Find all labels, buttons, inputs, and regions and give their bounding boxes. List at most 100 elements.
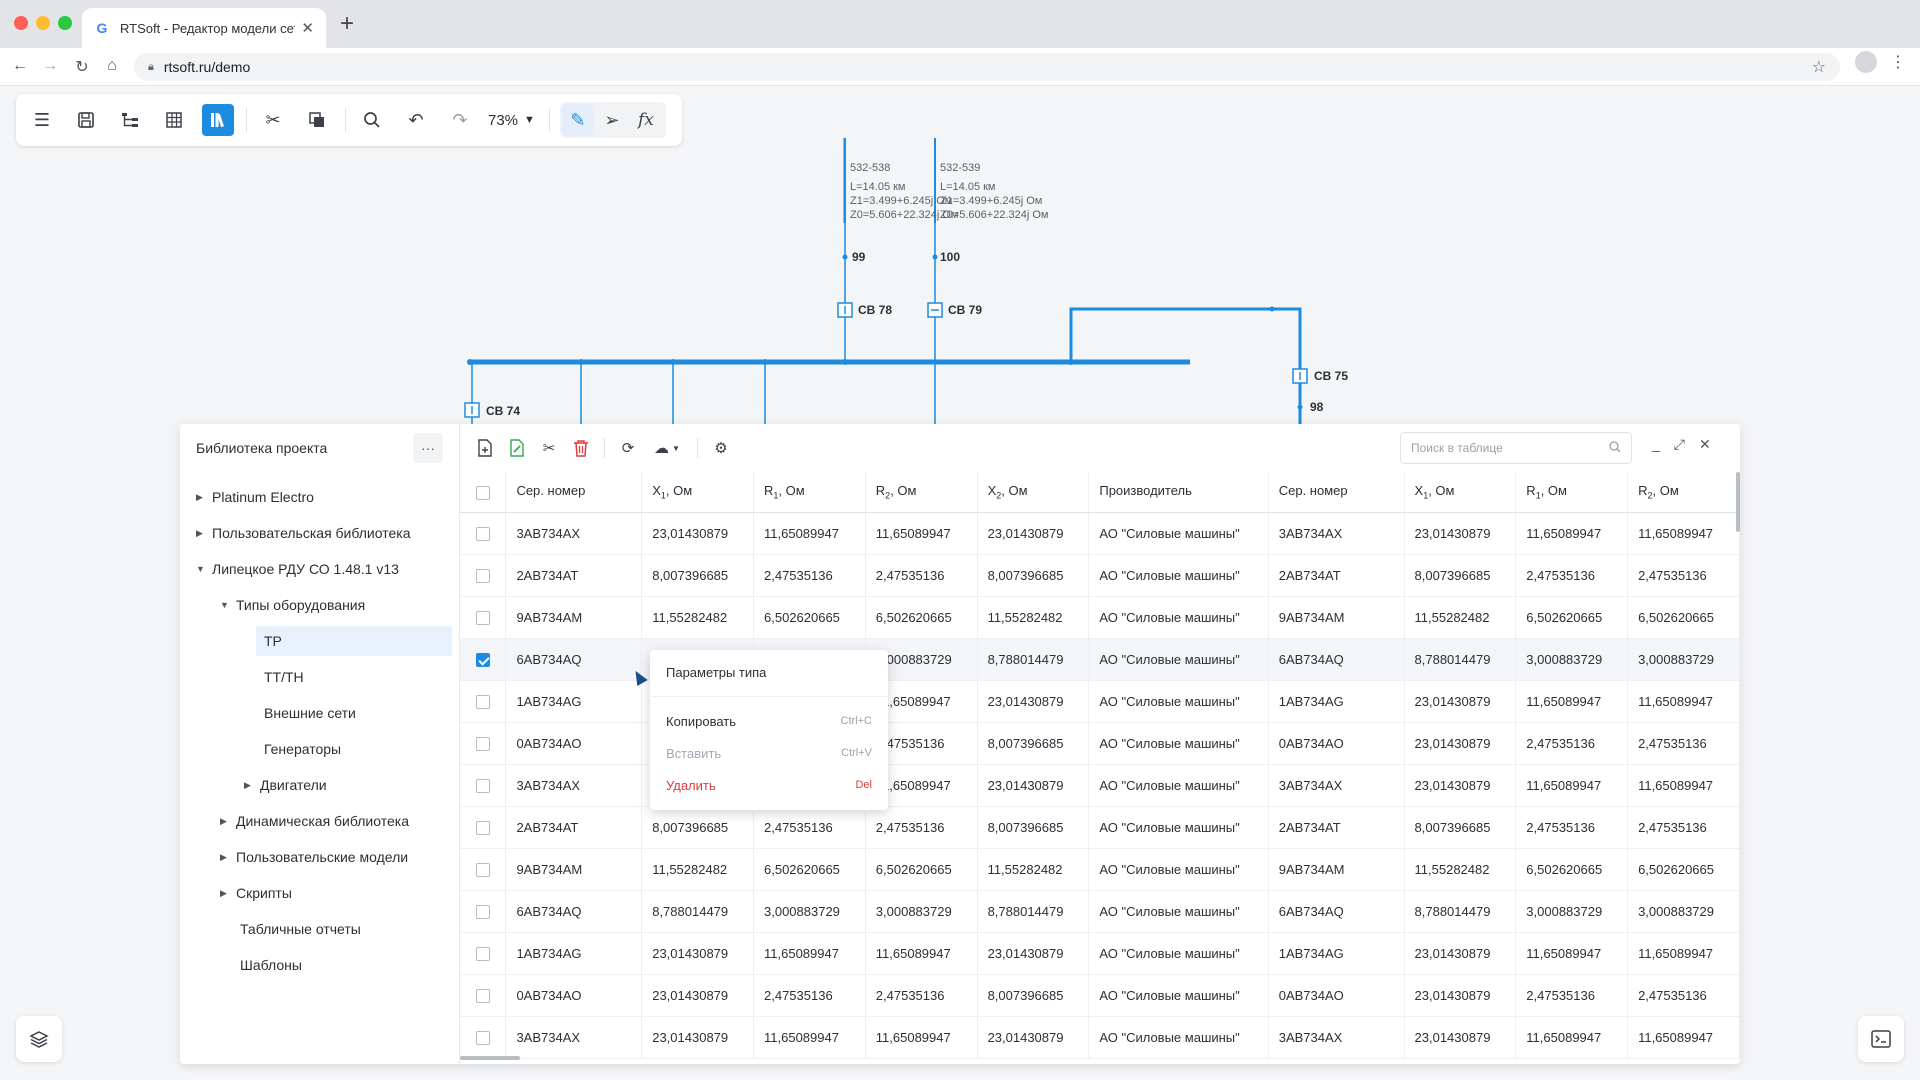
node-100[interactable]	[932, 254, 938, 260]
pen-icon[interactable]: ✎	[561, 104, 594, 136]
table-row[interactable]: 2AB734AT 8,007396685 2,47535136 2,47535136 8…	[460, 806, 1740, 849]
bookmark-star-icon[interactable]: ☆	[1812, 57, 1826, 77]
close-window-button[interactable]	[14, 16, 28, 30]
tree-item-equipment-types[interactable]: ▼ Типы оборудования	[220, 590, 365, 620]
tree-item-motors[interactable]: ▶ Двигатели	[244, 770, 327, 800]
row-checkbox[interactable]	[460, 974, 507, 1017]
column-header[interactable]: X2, Ом	[977, 472, 1090, 513]
node-99[interactable]	[842, 254, 848, 260]
row-checkbox[interactable]	[460, 890, 507, 933]
redo-icon[interactable]: ↷	[444, 104, 476, 136]
refresh-icon[interactable]: ⟳	[617, 437, 639, 459]
close-tab-icon[interactable]: ✕	[301, 19, 314, 37]
tree-item-user-models[interactable]: ▶ Пользовательские модели	[220, 842, 408, 872]
more-options-button[interactable]: ···	[413, 433, 443, 463]
column-header[interactable]: Сер. номер	[1268, 472, 1405, 513]
save-icon[interactable]	[70, 104, 102, 136]
table-icon[interactable]	[158, 104, 190, 136]
table-cell: 2AB734AT	[505, 806, 643, 849]
table-cell: 0AB734AO	[1268, 974, 1405, 1017]
table-row[interactable]: 0AB734AO23,014308792,475351362,475351368…	[460, 974, 1740, 1017]
cut-icon[interactable]: ✂	[538, 437, 560, 459]
table-search-input[interactable]: Поиск в таблице	[1400, 432, 1632, 464]
tree-structure-icon[interactable]	[114, 104, 146, 136]
row-checkbox[interactable]	[460, 764, 507, 807]
row-checkbox[interactable]	[460, 638, 507, 681]
row-checkbox[interactable]	[460, 680, 507, 723]
edit-file-icon[interactable]	[506, 437, 528, 459]
table-row[interactable]: 9AB734AM 11,55282482 6,502620665 6,50262066…	[460, 848, 1740, 891]
settings-gear-icon[interactable]: ⚙	[710, 437, 732, 459]
table-row[interactable]: 9AB734AM 11,55282482 6,502620665 6,50262066…	[460, 596, 1740, 639]
tree-item-templates[interactable]: Шаблоны	[240, 950, 302, 980]
menu-icon[interactable]: ☰	[26, 104, 58, 136]
row-checkbox[interactable]	[460, 932, 507, 975]
column-header[interactable]: R2, Ом	[1627, 472, 1740, 513]
tree-item-platinum-electro[interactable]: ▶ Platinum Electro	[196, 482, 314, 512]
table-row[interactable]: 3AB734AX23,0143087911,6508994711,6508994…	[460, 512, 1740, 555]
menu-item-delete[interactable]: Удалить Del	[650, 769, 888, 801]
tools-icon[interactable]: ✂	[257, 104, 289, 136]
minimize-window-button[interactable]	[36, 16, 50, 30]
column-header[interactable]: R1, Ом	[1515, 472, 1629, 513]
undo-icon[interactable]: ↶	[400, 104, 432, 136]
tree-item-tt-th[interactable]: TT/TH	[264, 662, 304, 692]
row-checkbox[interactable]	[460, 1016, 507, 1059]
tree-item-scripts[interactable]: ▶ Скрипты	[220, 878, 292, 908]
column-header[interactable]: Сер. номер	[505, 472, 643, 513]
cloud-download-icon[interactable]: ☁ ▼	[649, 437, 685, 459]
select-arrow-icon[interactable]: ➢	[596, 104, 628, 136]
layers-copy-icon[interactable]	[301, 104, 333, 136]
delete-icon[interactable]	[570, 437, 592, 459]
new-tab-icon[interactable]: +	[340, 12, 354, 36]
vertical-scrollbar[interactable]	[1736, 472, 1740, 532]
menu-item-paste[interactable]: Вставить Ctrl+V	[650, 737, 888, 769]
column-header[interactable]: R1, Ом	[753, 472, 866, 513]
table-row[interactable]: 6AB734AQ8,7880144793,0008837293,00088372…	[460, 890, 1740, 933]
column-header[interactable]: Производитель	[1088, 472, 1269, 513]
browser-tab[interactable]: G RTSoft - Редактор модели сети ✕	[82, 8, 326, 48]
search-icon[interactable]	[356, 104, 388, 136]
column-header[interactable]: R2, Ом	[865, 472, 978, 513]
row-checkbox[interactable]	[460, 848, 507, 891]
tree-item-tp[interactable]: TP	[256, 626, 452, 656]
tree-item-table-reports[interactable]: Табличные отчеты	[240, 914, 361, 944]
row-checkbox[interactable]	[460, 596, 507, 639]
home-icon[interactable]: ⌂	[102, 57, 122, 75]
horizontal-scrollbar[interactable]	[460, 1056, 520, 1060]
table-row[interactable]: 2AB734AT 8,007396685 2,47535136 2,47535136 8…	[460, 554, 1740, 597]
tree-item-lipetsk-rdu[interactable]: ▼ Липецкое РДУ СО 1.48.1 v13	[196, 554, 399, 584]
tree-item-generators[interactable]: Генераторы	[264, 734, 341, 764]
console-icon[interactable]	[1858, 1016, 1904, 1062]
column-header[interactable]: X1, Ом	[1404, 472, 1517, 513]
minimize-panel-icon[interactable]: _	[1652, 436, 1660, 453]
node-98[interactable]	[1297, 404, 1303, 410]
profile-avatar[interactable]	[1855, 51, 1877, 73]
column-header[interactable]: X1, Ом	[641, 472, 754, 513]
tree-item-external-networks[interactable]: Внешние сети	[264, 698, 356, 728]
tree-item-user-library[interactable]: ▶ Пользовательская библиотека	[196, 518, 411, 548]
expand-panel-icon[interactable]: ⤢	[1674, 436, 1685, 453]
table-row[interactable]: 3AB734AX23,0143087911,6508994711,6508994…	[460, 1016, 1740, 1059]
select-all-checkbox[interactable]	[460, 472, 507, 513]
menu-item-copy[interactable]: Копировать Ctrl+C	[650, 705, 888, 737]
layers-icon[interactable]	[16, 1016, 62, 1062]
tree-item-dynamic-library[interactable]: ▶ Динамическая библиотека	[220, 806, 409, 836]
row-checkbox[interactable]	[460, 554, 507, 597]
zoom-select[interactable]: 73% ▼	[488, 112, 535, 129]
new-file-icon[interactable]	[474, 437, 496, 459]
reload-icon[interactable]: ↻	[72, 57, 92, 77]
formula-icon[interactable]: fx	[630, 104, 662, 136]
table-row[interactable]: 1AB734AG23,0143087911,6508994711,6508994…	[460, 932, 1740, 975]
row-checkbox[interactable]	[460, 512, 507, 555]
menu-item-type-params[interactable]: Параметры типа	[650, 656, 888, 688]
back-icon[interactable]: ←	[10, 57, 30, 75]
maximize-window-button[interactable]	[58, 16, 72, 30]
browser-menu-icon[interactable]: ⋮	[1890, 52, 1906, 72]
forward-icon[interactable]: →	[40, 57, 60, 75]
library-icon[interactable]	[202, 104, 234, 136]
url-field[interactable]: 🔒︎ rtsoft.ru/demo ☆	[134, 53, 1840, 81]
row-checkbox[interactable]	[460, 806, 507, 849]
close-panel-icon[interactable]: ✕	[1699, 436, 1711, 453]
row-checkbox[interactable]	[460, 722, 507, 765]
